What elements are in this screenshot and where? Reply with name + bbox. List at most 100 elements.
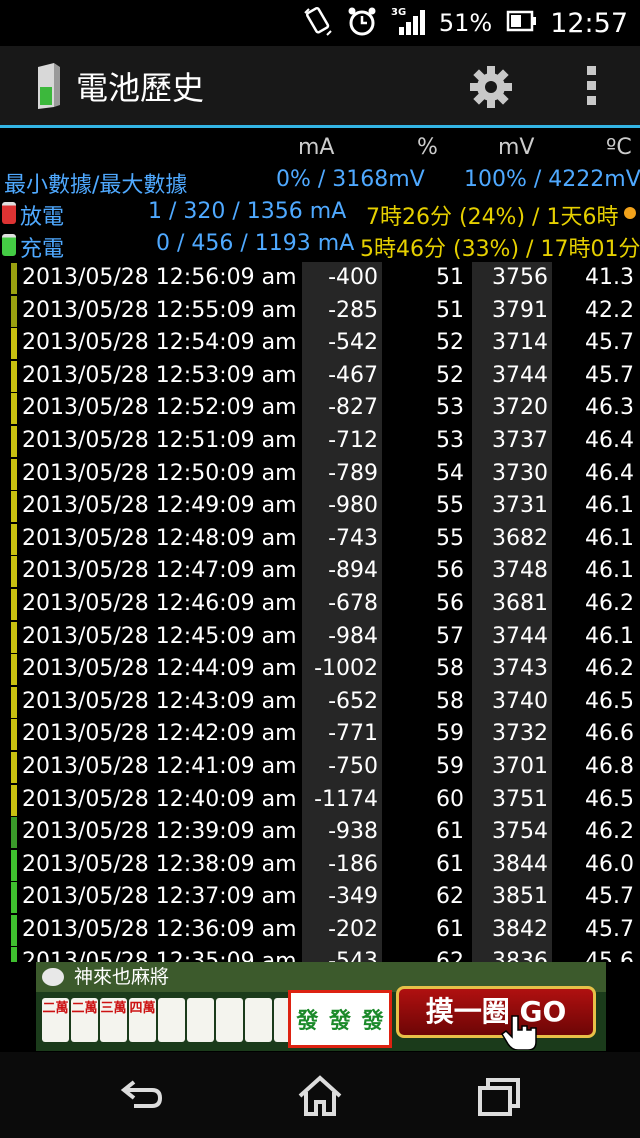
svg-text:3G: 3G [391, 7, 406, 18]
row-timestamp: 2013/05/28 12:41:09 am [22, 753, 297, 779]
row-timestamp: 2013/05/28 12:45:09 am [22, 623, 297, 649]
back-icon[interactable] [118, 1074, 166, 1118]
ad-logo-icon [42, 968, 64, 986]
row-timestamp: 2013/05/28 12:42:09 am [22, 721, 297, 747]
mahjong-tile: 四萬 [129, 998, 156, 1042]
overflow-menu-icon[interactable] [582, 66, 600, 110]
ad-banner[interactable]: 神來也麻將 二萬 二萬 三萬 四萬 發發發 摸一圈 GO [36, 962, 606, 1051]
row-status-bar [11, 719, 17, 751]
table-row[interactable]: 2013/05/28 12:44:09 am -1002 58 3743 46.2 [0, 653, 640, 686]
recent-apps-icon[interactable] [476, 1074, 524, 1122]
summary-minmax: 最小數據/最大數據 0% / 3168mV 100% / 4222mV [0, 165, 640, 198]
row-timestamp: 2013/05/28 12:35:09 am [22, 949, 297, 962]
row-temperature: 46.5 [585, 786, 634, 812]
row-temperature: 46.1 [585, 558, 634, 584]
row-temperature: 46.2 [585, 656, 634, 682]
row-temperature: 45.7 [585, 884, 634, 910]
mahjong-tile [158, 998, 185, 1042]
row-current-ma: -938 [302, 816, 382, 849]
table-row[interactable]: 2013/05/28 12:43:09 am -652 58 3740 46.5 [0, 685, 640, 719]
facai-tiles: 發發發 [288, 990, 392, 1048]
row-percent: 57 [436, 623, 464, 649]
mahjong-tile: 二萬 [42, 998, 69, 1042]
row-status-bar [11, 947, 17, 962]
navigation-bar [0, 1052, 640, 1138]
table-row[interactable]: 2013/05/28 12:46:09 am -678 56 3681 46.2 [0, 587, 640, 621]
row-temperature: 46.6 [585, 721, 634, 747]
table-row[interactable]: 2013/05/28 12:36:09 am -202 61 3842 45.7 [0, 913, 640, 947]
row-temperature: 45.7 [585, 362, 634, 388]
row-status-bar [11, 882, 17, 914]
table-row[interactable]: 2013/05/28 12:41:09 am -750 59 3701 46.8 [0, 750, 640, 784]
row-voltage-mv: 3701 [472, 750, 552, 784]
row-temperature: 45.7 [585, 330, 634, 356]
clock: 12:57 [550, 7, 628, 39]
row-temperature: 46.0 [585, 851, 634, 877]
row-current-ma: -984 [302, 620, 382, 654]
discharge-time: 7時26分 (24%) / 1天6時 [366, 205, 619, 230]
table-row[interactable]: 2013/05/28 12:50:09 am -789 54 3730 46.4 [0, 457, 640, 491]
table-row[interactable]: 2013/05/28 12:54:09 am -542 52 3714 45.7 [0, 327, 640, 360]
ad-go-button[interactable]: 摸一圈 GO [396, 986, 596, 1038]
table-row[interactable]: 2013/05/28 12:40:09 am -1174 60 3751 46.5 [0, 783, 640, 817]
table-row[interactable]: 2013/05/28 12:49:09 am -980 55 3731 46.1 [0, 490, 640, 523]
row-temperature: 46.5 [585, 688, 634, 714]
row-timestamp: 2013/05/28 12:38:09 am [22, 851, 297, 877]
mahjong-tile [216, 998, 243, 1042]
table-row[interactable]: 2013/05/28 12:55:09 am -285 51 3791 42.2 [0, 294, 640, 328]
alarm-icon [347, 5, 377, 41]
row-timestamp: 2013/05/28 12:51:09 am [22, 427, 297, 453]
table-row[interactable]: 2013/05/28 12:35:09 am -543 62 3836 45.6 [0, 946, 640, 962]
action-bar: 電池歷史 [0, 46, 640, 128]
table-row[interactable]: 2013/05/28 12:45:09 am -984 57 3744 46.1 [0, 620, 640, 654]
gear-icon[interactable] [468, 64, 514, 114]
table-row[interactable]: 2013/05/28 12:47:09 am -894 56 3748 46.1 [0, 555, 640, 588]
table-row[interactable]: 2013/05/28 12:42:09 am -771 59 3732 46.6 [0, 718, 640, 751]
row-status-bar [11, 556, 17, 588]
row-status-bar [11, 751, 17, 783]
discharge-current: 1 / 320 / 1356 mA [148, 199, 347, 224]
row-percent: 59 [436, 721, 464, 747]
table-row[interactable]: 2013/05/28 12:56:09 am -400 51 3756 41.3 [0, 262, 640, 295]
status-dot-icon [624, 207, 636, 219]
row-status-bar [11, 295, 17, 327]
row-temperature: 46.4 [585, 427, 634, 453]
minmax-min: 0% / 3168mV [276, 167, 425, 192]
row-voltage-mv: 3714 [472, 327, 552, 360]
home-icon[interactable] [296, 1074, 344, 1122]
table-row[interactable]: 2013/05/28 12:48:09 am -743 55 3682 46.1 [0, 522, 640, 556]
row-current-ma: -1174 [302, 783, 382, 817]
table-row[interactable]: 2013/05/28 12:38:09 am -186 61 3844 46.0 [0, 848, 640, 882]
row-status-bar [11, 621, 17, 653]
row-percent: 52 [436, 362, 464, 388]
row-percent: 59 [436, 753, 464, 779]
row-voltage-mv: 3851 [472, 881, 552, 914]
summary: 最小數據/最大數據 0% / 3168mV 100% / 4222mV 放電 1… [0, 165, 640, 262]
table-row[interactable]: 2013/05/28 12:52:09 am -827 53 3720 46.3 [0, 392, 640, 425]
mahjong-tile [187, 998, 214, 1042]
row-voltage-mv: 3682 [472, 522, 552, 556]
column-ma: mA [298, 135, 335, 160]
vibrate-icon [303, 5, 333, 41]
row-voltage-mv: 3720 [472, 392, 552, 425]
column-percent: % [417, 135, 438, 160]
table-row[interactable]: 2013/05/28 12:37:09 am -349 62 3851 45.7 [0, 881, 640, 914]
row-voltage-mv: 3744 [472, 359, 552, 393]
mahjong-tile: 二萬 [71, 998, 98, 1042]
column-temp: ºC [606, 135, 632, 160]
row-status-bar [11, 686, 17, 718]
row-timestamp: 2013/05/28 12:36:09 am [22, 916, 297, 942]
table-row[interactable]: 2013/05/28 12:39:09 am -938 61 3754 46.2 [0, 816, 640, 849]
battery-app-icon[interactable] [30, 61, 70, 111]
row-status-bar [11, 458, 17, 490]
table-row[interactable]: 2013/05/28 12:53:09 am -467 52 3744 45.7 [0, 359, 640, 393]
row-percent: 62 [436, 884, 464, 910]
history-table[interactable]: 2013/05/28 12:56:09 am -400 51 3756 41.3 2013… [0, 262, 640, 962]
table-row[interactable]: 2013/05/28 12:51:09 am -712 53 3737 46.4 [0, 424, 640, 458]
row-percent: 55 [436, 493, 464, 519]
row-temperature: 45.7 [585, 916, 634, 942]
row-current-ma: -1002 [302, 653, 382, 686]
status-bar: 3G 51% 12:57 [0, 0, 640, 46]
row-current-ma: -750 [302, 750, 382, 784]
row-timestamp: 2013/05/28 12:50:09 am [22, 460, 297, 486]
